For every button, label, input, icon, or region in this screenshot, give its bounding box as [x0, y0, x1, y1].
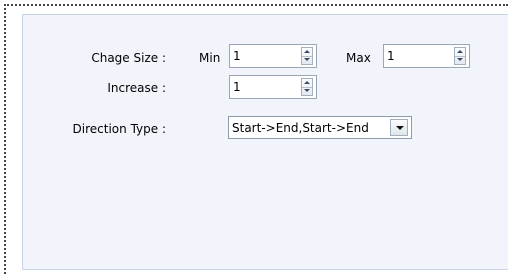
direction-type-dropdown[interactable]: Start->End,Start->End [228, 116, 412, 139]
max-spinner[interactable]: 1 [383, 44, 470, 68]
arrow-down-icon[interactable] [302, 56, 312, 64]
min-label: Min [199, 51, 221, 65]
min-value[interactable]: 1 [233, 49, 241, 63]
arrow-down-icon[interactable] [302, 87, 312, 95]
max-value[interactable]: 1 [387, 49, 395, 63]
chevron-down-icon[interactable] [390, 119, 408, 136]
max-spinner-buttons[interactable] [454, 47, 466, 65]
arrow-down-icon[interactable] [455, 56, 465, 64]
direction-type-value[interactable]: Start->End,Start->End [232, 121, 369, 135]
direction-type-label: Direction Type : [72, 122, 166, 136]
increase-value[interactable]: 1 [233, 80, 241, 94]
max-label: Max [346, 51, 371, 65]
change-size-label: Chage Size : [91, 51, 166, 65]
increase-label: Increase : [107, 81, 166, 95]
increase-spinner-buttons[interactable] [301, 78, 313, 96]
min-spinner-buttons[interactable] [301, 47, 313, 65]
min-spinner[interactable]: 1 [229, 44, 317, 68]
increase-spinner[interactable]: 1 [229, 75, 317, 99]
